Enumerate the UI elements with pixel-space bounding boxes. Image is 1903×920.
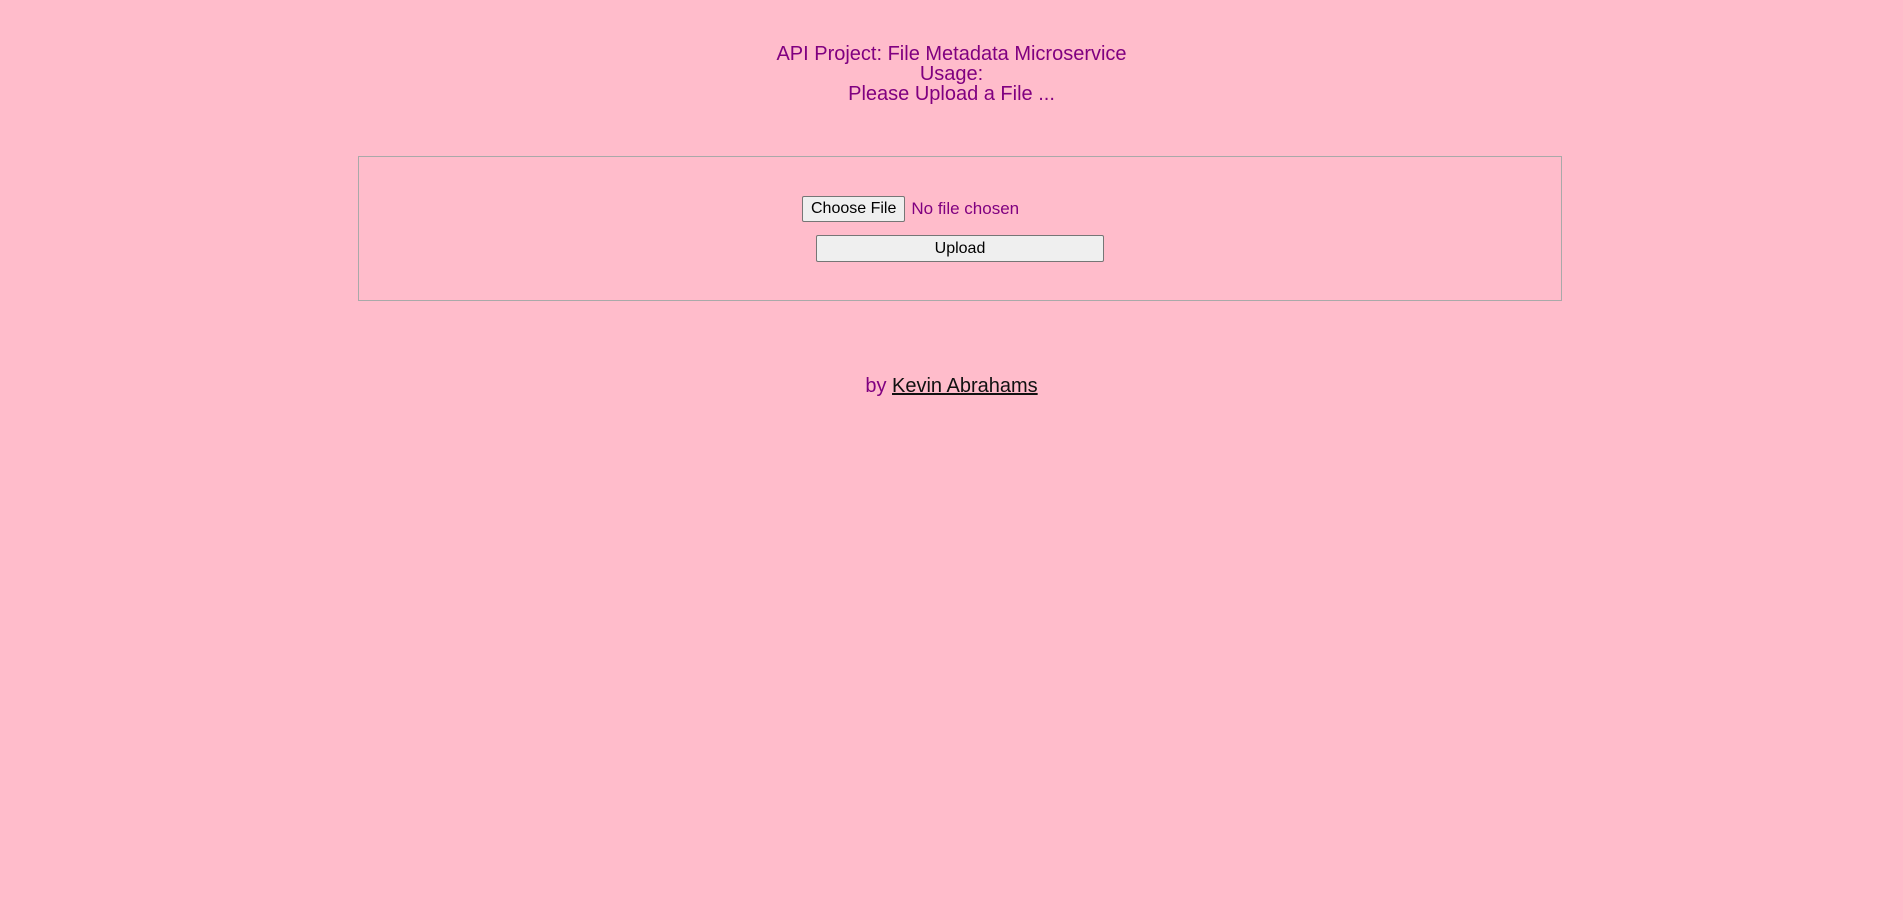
- page-header: API Project: File Metadata Microservice …: [0, 44, 1903, 104]
- choose-file-button[interactable]: Choose File: [802, 196, 906, 222]
- by-label: by: [865, 375, 887, 397]
- footer: by Kevin Abrahams: [0, 375, 1903, 397]
- file-status-text: No file chosen: [911, 199, 1020, 218]
- file-input[interactable]: Choose File No file chosen: [802, 196, 1019, 222]
- upload-instruction: Please Upload a File ...: [848, 83, 1055, 105]
- author-link[interactable]: Kevin Abrahams: [892, 375, 1038, 397]
- usage-label: Usage:: [919, 63, 984, 85]
- page-title: API Project: File Metadata Microservice: [776, 43, 1127, 65]
- upload-form: Choose File No file chosen Upload: [358, 156, 1562, 301]
- upload-button[interactable]: Upload: [816, 235, 1104, 262]
